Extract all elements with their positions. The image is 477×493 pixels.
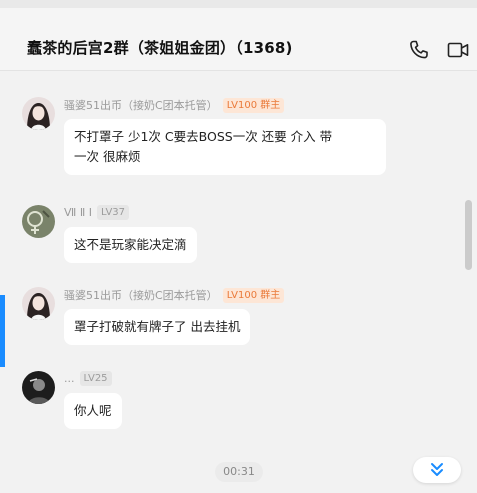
avatar[interactable] [22,287,55,320]
avatar[interactable] [22,97,55,130]
level-badge: LV37 [96,205,130,220]
window-top-strip [0,0,477,8]
message-text-line: 这不是玩家能决定滴 [74,237,187,252]
sender-line: 骚婆51出币（接奶C团本托管） LV100 群主 [64,97,285,113]
sender-line: 骚婆51出币（接奶C团本托管） LV100 群主 [64,287,285,303]
chat-header: 蠢茶的后宫2群（茶姐姐金团）（1368) [0,8,477,71]
message-text-line: 罩子打破就有牌子了 出去挂机 [74,319,241,334]
message-text-line: 一次 很麻烦 [74,149,141,164]
sender-line: ... LV25 [64,371,112,386]
message-bubble[interactable]: 这不是玩家能决定滴 [64,227,197,263]
scrollbar-thumb[interactable] [465,200,472,270]
timestamp: 00:31 [215,462,263,482]
message-text-line: 不打罩子 少1次 C要去BOSS一次 还要 介入 带 [74,129,333,144]
double-chevron-down-icon [431,463,443,476]
message-bubble[interactable]: 罩子打破就有牌子了 出去挂机 [64,309,251,345]
chat-title: 蠢茶的后宫2群（茶姐姐金团）（1368) [27,39,293,57]
level-badge: LV25 [79,371,112,386]
avatar[interactable] [22,371,55,404]
avatar[interactable] [22,205,55,238]
sender-line: Ⅶ Ⅱ Ⅰ LV37 [64,205,130,220]
sender-name[interactable]: ... [64,372,75,385]
scroll-to-bottom-button[interactable] [413,457,461,483]
message-bubble[interactable]: 不打罩子 少1次 C要去BOSS一次 还要 介入 带 一次 很麻烦 [64,119,386,175]
video-camera-icon[interactable] [446,38,470,62]
message-text-line: 你人呢 [74,403,112,418]
sender-name[interactable]: Ⅶ Ⅱ Ⅰ [64,206,92,219]
sender-name[interactable]: 骚婆51出币（接奶C团本托管） [64,287,218,303]
phone-icon[interactable] [407,38,431,62]
level-badge: LV100 群主 [222,287,285,303]
message-bubble[interactable]: 你人呢 [64,393,122,429]
window-edge-accent [0,295,5,367]
sender-name[interactable]: 骚婆51出币（接奶C团本托管） [64,97,218,113]
level-badge: LV100 群主 [222,97,285,113]
message-list[interactable]: 骚婆51出币（接奶C团本托管） LV100 群主 不打罩子 少1次 C要去BOS… [0,71,477,493]
